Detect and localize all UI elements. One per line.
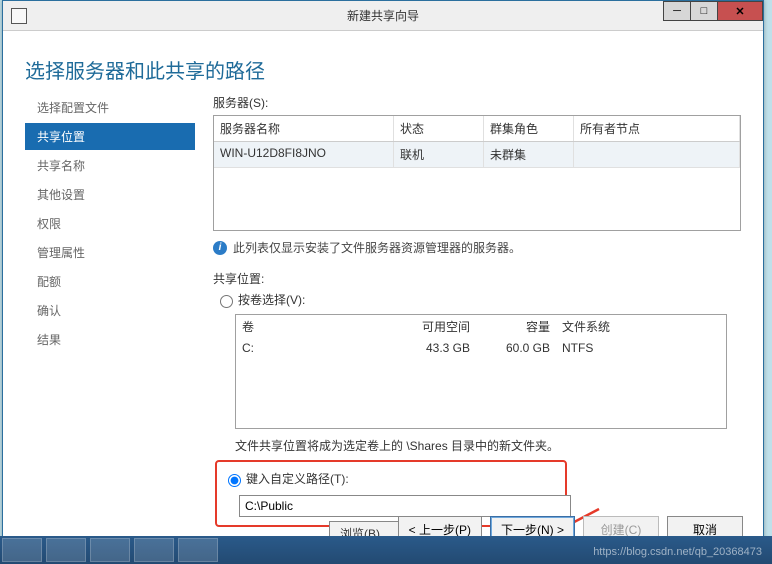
- radio-custom-path-input[interactable]: [228, 474, 241, 487]
- col-volume[interactable]: 卷: [236, 315, 396, 338]
- window-title: 新建共享向导: [347, 7, 419, 24]
- nav-results: 结果: [25, 326, 195, 353]
- taskbar-item[interactable]: [46, 538, 86, 562]
- radio-by-volume-input[interactable]: [220, 295, 233, 308]
- nav-share-location[interactable]: 共享位置: [25, 123, 195, 150]
- taskbar-item[interactable]: [90, 538, 130, 562]
- nav-select-profile[interactable]: 选择配置文件: [25, 94, 195, 121]
- radio-by-volume[interactable]: 按卷选择(V):: [215, 291, 741, 308]
- col-status[interactable]: 状态: [394, 116, 484, 141]
- server-table[interactable]: 服务器名称 状态 群集角色 所有者节点 WIN-U12D8FI8JNO 联机 未…: [213, 115, 741, 231]
- nav-management-props: 管理属性: [25, 239, 195, 266]
- col-filesystem[interactable]: 文件系统: [556, 315, 726, 338]
- wizard-nav: 选择配置文件 共享位置 共享名称 其他设置 权限 管理属性 配额 确认 结果: [25, 94, 195, 552]
- location-label: 共享位置:: [213, 270, 741, 287]
- info-icon: i: [213, 241, 227, 255]
- table-row[interactable]: WIN-U12D8FI8JNO 联机 未群集: [214, 142, 740, 168]
- nav-permissions: 权限: [25, 210, 195, 237]
- maximize-button[interactable]: □: [690, 1, 718, 21]
- titlebar[interactable]: 新建共享向导 ─ □ ✕: [3, 1, 763, 31]
- server-label: 服务器(S):: [213, 94, 741, 111]
- nav-other-settings: 其他设置: [25, 181, 195, 208]
- minimize-button[interactable]: ─: [663, 1, 691, 21]
- close-button[interactable]: ✕: [717, 1, 763, 21]
- taskbar-item[interactable]: [2, 538, 42, 562]
- taskbar-item[interactable]: [134, 538, 174, 562]
- shares-folder-note: 文件共享位置将成为选定卷上的 \Shares 目录中的新文件夹。: [235, 437, 741, 454]
- app-icon: [11, 8, 27, 24]
- nav-share-name: 共享名称: [25, 152, 195, 179]
- taskbar-item[interactable]: [178, 538, 218, 562]
- nav-quota: 配额: [25, 268, 195, 295]
- col-role[interactable]: 群集角色: [484, 116, 574, 141]
- taskbar[interactable]: [0, 536, 772, 564]
- page-title: 选择服务器和此共享的路径: [3, 31, 763, 94]
- col-free[interactable]: 可用空间: [396, 315, 476, 338]
- nav-confirm: 确认: [25, 297, 195, 324]
- radio-custom-path[interactable]: 键入自定义路径(T):: [223, 470, 559, 487]
- col-server-name[interactable]: 服务器名称: [214, 116, 394, 141]
- info-text: i 此列表仅显示安装了文件服务器资源管理器的服务器。: [213, 239, 741, 256]
- custom-path-input[interactable]: [239, 495, 571, 517]
- col-capacity[interactable]: 容量: [476, 315, 556, 338]
- volume-table[interactable]: 卷 可用空间 容量 文件系统 C: 43.3 GB 60.0 GB NTFS: [235, 314, 727, 429]
- col-owner[interactable]: 所有者节点: [574, 116, 740, 141]
- table-row[interactable]: C: 43.3 GB 60.0 GB NTFS: [236, 338, 726, 358]
